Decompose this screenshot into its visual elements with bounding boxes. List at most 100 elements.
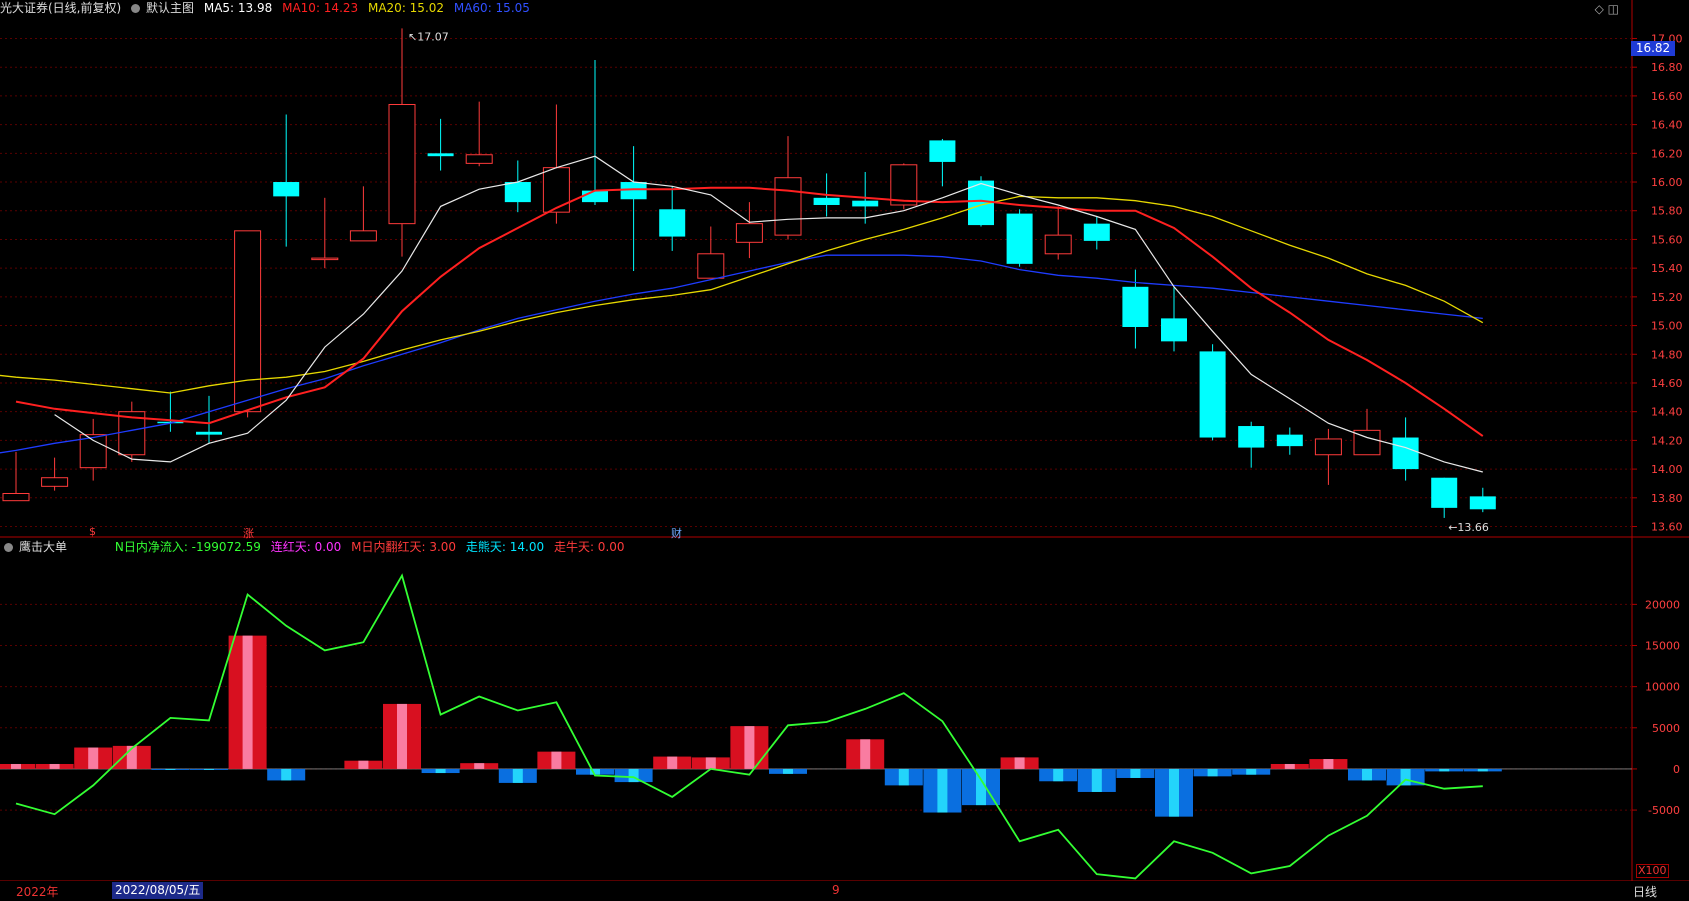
m-red-label: M日内翻红天: 3.00 [351,540,457,554]
bar-highlight [1130,768,1141,778]
candle-body-down [1122,286,1149,327]
price-tick-label: 14.40 [1651,406,1683,419]
bar-highlight [898,768,909,786]
bar-highlight [1014,757,1025,769]
indicator-name[interactable]: 默认主图 [146,1,194,15]
candle-body-down [196,431,222,435]
flow-tick-label: -5000 [1648,804,1680,817]
candle-body-up [2,493,30,502]
price-tick-label: 16.20 [1651,147,1683,160]
current-price-tag: 16.82 [1631,41,1675,56]
bar-highlight [165,768,176,770]
candle-body-down [1469,496,1496,510]
bar-highlight [397,703,407,769]
candle-body-down [1161,318,1187,342]
bar-highlight [1362,768,1372,781]
candle-body-up [774,177,802,236]
flow-tick-label: 15000 [1645,640,1680,653]
bar-highlight [860,739,871,769]
ma20-label: MA20: 15.02 [367,1,445,15]
candle-body-down [273,182,300,197]
candle-body-down [1199,351,1226,438]
ma5-line [54,155,1483,473]
date-axis-bar [0,881,1689,901]
sub-settings-dot-icon[interactable] [4,543,13,552]
bar-highlight [88,747,99,769]
price-tick-label: 15.40 [1651,262,1683,275]
candle-body-down [620,182,647,200]
price-tick-label: 16.80 [1651,61,1683,74]
candle-body-down [852,200,879,207]
candle-body-up [465,154,493,164]
ma10-label: MA10: 14.23 [282,1,359,15]
bar-highlight [744,726,755,769]
low-annotation: ←13.66 [1448,521,1489,534]
limit-up-marker[interactable]: 涨 [243,525,254,541]
candle-body-down [813,197,840,205]
bar-highlight [358,760,369,769]
flow-tick-label: 0 [1673,763,1680,776]
main-price-chart: ↖17.07 ←13.66 [0,28,1496,534]
price-tick-label: 14.20 [1651,434,1683,447]
candle-body-up [1044,234,1072,255]
candle-body-up [1314,438,1342,456]
candle-body-up [542,167,570,213]
candle-body-up [890,164,918,206]
bar-highlight [551,751,562,769]
bar-highlight [1477,768,1488,772]
price-tick-label: 15.20 [1651,291,1683,304]
candle-body-down [1431,477,1458,508]
price-tick-label: 14.00 [1651,463,1683,476]
settings-dot-icon[interactable] [131,4,141,13]
window-control-icons[interactable]: ◇ ◫ [1595,2,1619,16]
bar-highlight [628,768,639,783]
bar-highlight [783,768,793,774]
bar-highlight [1169,768,1179,817]
n-flow-label: N日内净流入: -199072.59 [114,540,261,554]
chart-canvas[interactable]: ↖17.07 ←13.66 13.60 13.80 14.00 14.20 14.40 14… [0,0,1689,901]
month-label: 9 [832,883,840,897]
candle-body-down [1083,223,1110,241]
lianhong-label: 连红天: 0.00 [270,540,342,554]
bar-highlight [204,768,214,770]
price-tick-label: 15.60 [1651,233,1683,246]
candle-body-up [234,230,262,413]
price-tick-label: 16.40 [1651,119,1683,132]
candle-body-down [427,153,454,157]
price-tick-label: 13.80 [1651,492,1683,505]
price-tick-label: 14.60 [1651,377,1683,390]
bar-highlight [1053,768,1064,782]
sub-indicator-name[interactable]: 鹰击大单 [19,540,67,554]
candle-body-up [79,434,107,469]
ma5-label: MA5: 13.98 [203,1,273,15]
candle-body-up [735,223,763,243]
candle-body-down [929,140,956,162]
price-tick-label: 15.80 [1651,205,1683,218]
bar-highlight [1246,768,1257,775]
ma60-label: MA60: 15.05 [453,1,530,15]
dividend-marker[interactable]: $ [89,525,96,538]
candle-body-down [582,190,608,203]
sub-indicator-chart [0,573,1632,880]
stock-title[interactable]: 光大证券(日线,前复权) [0,1,121,15]
finance-marker[interactable]: 财 [671,525,682,541]
period-label[interactable]: 日线 [1633,883,1657,900]
zouxiong-label: 走熊天: 14.00 [465,540,545,554]
candle-body-down [1276,434,1303,447]
bar-highlight [435,768,446,774]
candle-body-up [388,104,416,225]
candle-body-down [1392,437,1419,470]
bar-highlight [281,768,292,781]
bar-highlight [1091,768,1102,792]
flow-tick-label: 10000 [1645,681,1680,694]
bar-highlight [242,635,253,769]
cursor-date: 2022/08/05/五 [112,882,204,899]
bar-highlight [512,768,523,783]
price-axis: 13.60 13.80 14.00 14.20 14.40 14.60 14.80 15.00… [1632,32,1683,817]
scale-label: X100 [1636,864,1669,878]
price-tick-label: 13.60 [1651,521,1683,534]
candle-body-down [504,182,531,203]
main-header: 光大证券(日线,前复权) 默认主图 MA5: 13.98 MA10: 14.23… [0,0,536,16]
candle-body-up [41,477,69,487]
zouniu-label: 走牛天: 0.00 [553,540,625,554]
